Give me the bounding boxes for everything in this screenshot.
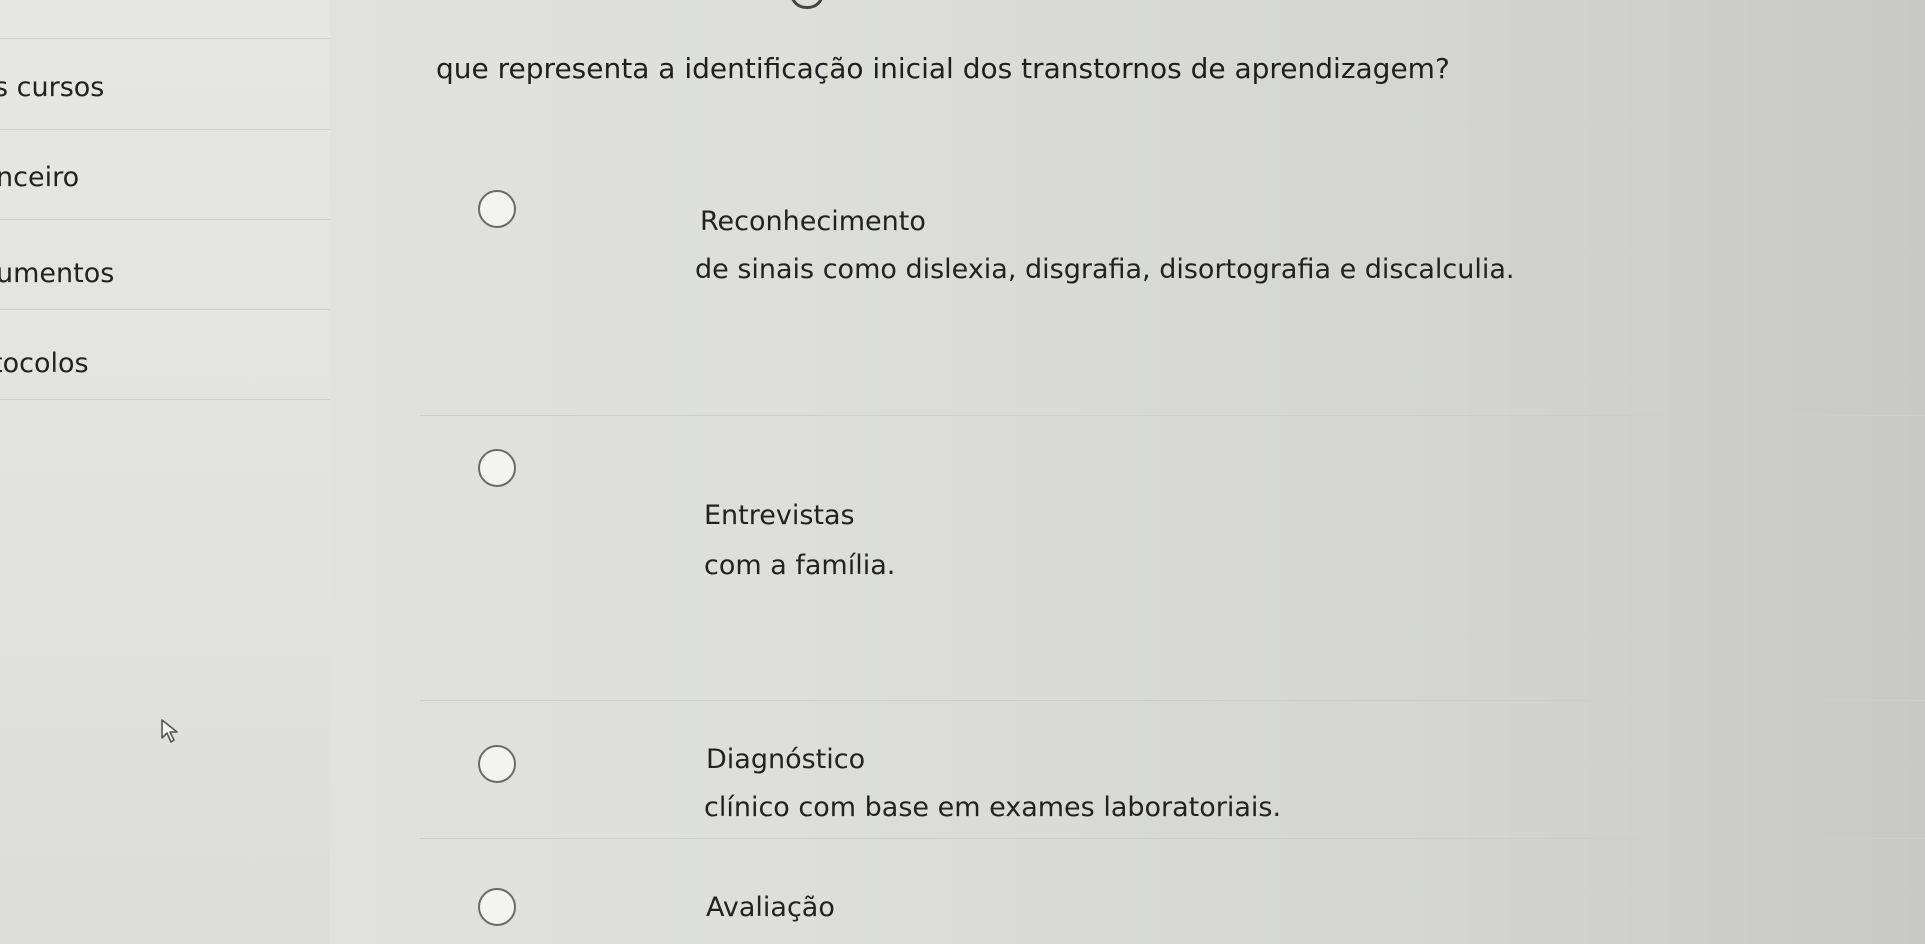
option-description: clínico com base em exames laboratoriais… bbox=[704, 792, 1282, 823]
sidebar-item-documentos[interactable]: umentos bbox=[0, 220, 330, 310]
option-title: Entrevistas bbox=[704, 500, 855, 531]
sidebar-item-label: umentos bbox=[0, 258, 115, 289]
option-divider bbox=[420, 838, 1925, 839]
sidebar-divider bbox=[0, 38, 330, 39]
option-description: de sinais como dislexia, disgrafia, diso… bbox=[695, 254, 1515, 285]
sidebar-item-label: s cursos bbox=[0, 72, 105, 103]
radio-circle-icon[interactable] bbox=[478, 449, 516, 487]
sidebar-item-label: nceiro bbox=[0, 162, 80, 193]
option-divider bbox=[420, 700, 1925, 701]
option-title: Reconhecimento bbox=[700, 206, 926, 237]
sidebar-item-protocolos[interactable]: tocolos bbox=[0, 310, 330, 400]
question-text: que representa a identificação inicial d… bbox=[436, 52, 1450, 85]
sidebar-item-financeiro[interactable]: nceiro bbox=[0, 130, 330, 220]
question-panel: que representa a identificação inicial d… bbox=[360, 0, 1925, 944]
partial-icon bbox=[790, 0, 824, 9]
option-divider bbox=[420, 415, 1925, 416]
radio-circle-icon[interactable] bbox=[478, 888, 516, 926]
radio-circle-icon[interactable] bbox=[478, 190, 516, 228]
sidebar-item-cursos[interactable]: s cursos bbox=[0, 40, 330, 130]
sidebar-item-label: tocolos bbox=[0, 348, 89, 379]
option-title: Diagnóstico bbox=[706, 744, 866, 775]
screen: s cursos nceiro umentos tocolos que repr… bbox=[0, 0, 1925, 944]
sidebar-nav: s cursos nceiro umentos tocolos bbox=[0, 0, 330, 944]
option-title: Avaliação bbox=[706, 892, 835, 923]
option-description: com a família. bbox=[704, 550, 896, 581]
radio-circle-icon[interactable] bbox=[478, 745, 516, 783]
mouse-pointer-icon bbox=[161, 719, 178, 743]
